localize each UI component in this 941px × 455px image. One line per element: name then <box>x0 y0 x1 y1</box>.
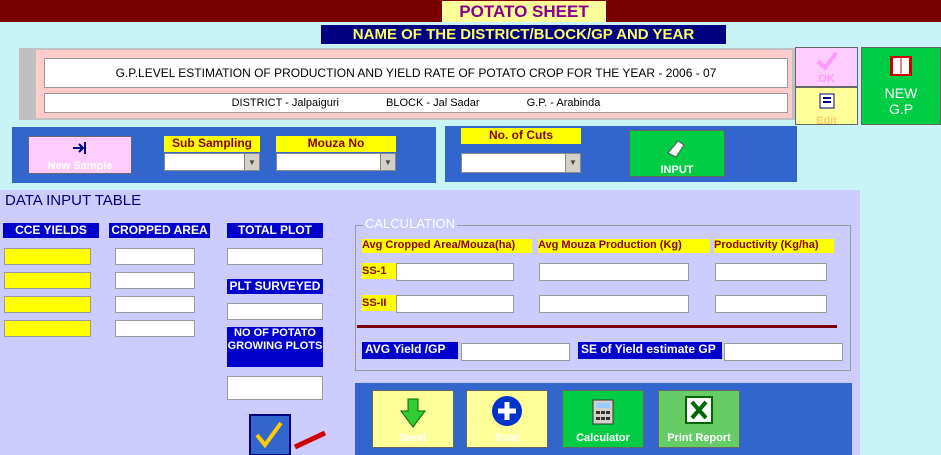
avg-yield-label: AVG Yield /GP <box>362 342 458 359</box>
avg-mouza-production-label: Avg Mouza Production (Kg) <box>538 239 710 253</box>
calculator-icon <box>592 399 614 425</box>
total-plot-field[interactable] <box>227 248 323 265</box>
plt-surveyed-label: PLT SURVEYED <box>227 279 323 294</box>
ss1-avg-cropped-field[interactable] <box>396 263 514 281</box>
cce-yield-field[interactable] <box>4 320 91 337</box>
avg-yield-field[interactable] <box>461 343 570 361</box>
ss2-avg-mouza-field[interactable] <box>539 295 689 313</box>
down-arrow-icon <box>400 398 426 428</box>
checkmark-icon <box>816 51 838 72</box>
chevron-down-icon: ▼ <box>380 154 395 170</box>
total-button[interactable]: Total <box>466 390 548 448</box>
ss1-productivity-field[interactable] <box>715 263 827 281</box>
ss2-avg-cropped-field[interactable] <box>396 295 514 313</box>
send-button[interactable]: Send <box>372 390 454 448</box>
cropped-area-label: CROPPED AREA <box>109 223 210 238</box>
cropped-area-field[interactable] <box>115 248 195 265</box>
edit-button[interactable]: Edit <box>795 87 858 127</box>
window-title: POTATO SHEET <box>442 1 606 22</box>
hand-icon <box>667 140 685 158</box>
chevron-down-icon: ▼ <box>244 154 259 170</box>
location-info: DISTRICT - Jalpaiguri BLOCK - Jal Sadar … <box>44 93 788 113</box>
growing-plots-label: NO OF POTATO GROWING PLOTS <box>227 327 323 367</box>
divider <box>357 325 837 328</box>
cce-yield-field[interactable] <box>4 272 91 289</box>
growing-plots-field[interactable] <box>227 376 323 400</box>
ss1-label: SS-1 <box>362 263 396 279</box>
gp-label: G.P. - Arabinda <box>526 97 601 109</box>
checklist-icon <box>249 414 327 455</box>
cce-yields-label: CCE YIELDS <box>3 223 99 238</box>
sub-sampling-select[interactable]: ▼ <box>164 153 260 171</box>
productivity-label: Productivity (Kg/ha) <box>714 239 834 253</box>
cropped-area-field[interactable] <box>115 272 195 289</box>
ss2-label: SS-II <box>362 295 396 311</box>
no-of-cuts-label: No. of Cuts <box>461 128 581 144</box>
edit-icon <box>819 93 834 109</box>
cropped-area-field[interactable] <box>115 296 195 313</box>
se-yield-field[interactable] <box>724 343 843 361</box>
plt-surveyed-field[interactable] <box>227 303 323 320</box>
calculator-button[interactable]: Calculator <box>562 390 644 448</box>
input-button[interactable]: INPUT <box>629 130 725 177</box>
new-sample-button[interactable]: New Sample <box>28 136 132 174</box>
arrow-in-icon <box>73 142 86 154</box>
excel-icon <box>685 396 713 424</box>
cce-yield-field[interactable] <box>4 296 91 313</box>
page-subtitle: NAME OF THE DISTRICT/BLOCK/GP AND YEAR <box>321 25 726 44</box>
ok-button[interactable]: OK <box>795 47 858 87</box>
data-input-heading: DATA INPUT TABLE <box>5 192 142 209</box>
total-plot-label: TOTAL PLOT <box>227 223 323 238</box>
calculation-title: CALCULATION <box>363 216 458 231</box>
sub-sampling-label: Sub Sampling <box>164 136 260 152</box>
ss1-avg-mouza-field[interactable] <box>539 263 689 281</box>
plus-icon <box>492 396 522 426</box>
mouza-no-label: Mouza No <box>276 136 396 152</box>
district-label: DISTRICT - Jalpaiguri <box>231 97 339 109</box>
cropped-area-field[interactable] <box>115 320 195 337</box>
book-icon <box>890 56 912 76</box>
chevron-down-icon: ▼ <box>565 154 580 172</box>
cce-yield-field[interactable] <box>4 248 91 265</box>
mouza-no-select[interactable]: ▼ <box>276 153 396 171</box>
se-yield-label: SE of Yield estimate GP <box>578 342 722 359</box>
block-label: BLOCK - Jal Sadar <box>386 97 480 109</box>
ss2-productivity-field[interactable] <box>715 295 827 313</box>
print-report-button[interactable]: Print Report <box>658 390 740 448</box>
new-gp-button[interactable]: NEW G.P <box>861 47 941 125</box>
avg-cropped-label: Avg Cropped Area/Mouza(ha) <box>362 239 532 253</box>
no-of-cuts-select[interactable]: ▼ <box>461 153 581 173</box>
estimation-title: G.P.LEVEL ESTIMATION OF PRODUCTION AND Y… <box>44 58 788 88</box>
